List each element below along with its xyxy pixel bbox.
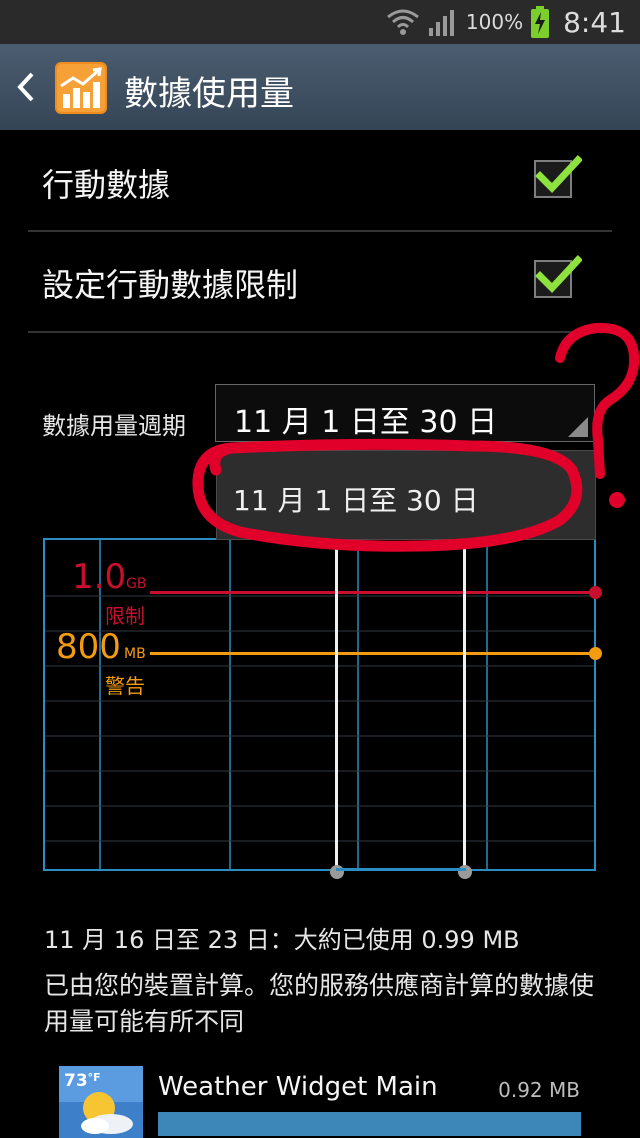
usage-cycle-dropdown: 11 月 1 日至 30 日 [216, 450, 596, 540]
warning-caption: 警告 [105, 674, 145, 698]
warning-value: 800 [56, 627, 121, 667]
action-bar: 數據使用量 [0, 44, 640, 130]
warning-line[interactable] [150, 652, 596, 655]
battery-percent: 100% [465, 10, 524, 34]
usage-disclaimer: 已由您的裝置計算。您的服務供應商計算的數據使用量可能有所不同 [44, 971, 595, 1036]
check-icon [535, 255, 582, 294]
status-bar: 100% 8:41 [0, 0, 640, 44]
range-baseline [336, 868, 466, 871]
app-usage-bar [158, 1112, 581, 1136]
battery-charging-icon [531, 6, 550, 38]
set-data-limit-row[interactable]: 設定行動數據限制 [28, 230, 612, 330]
wifi-icon [386, 9, 419, 35]
page-title: 數據使用量 [124, 74, 294, 114]
usage-cycle-label: 數據用量週期 [42, 412, 186, 440]
mobile-data-checkbox[interactable] [534, 155, 582, 198]
range-end-sweep[interactable] [463, 540, 466, 870]
dropdown-triangle-icon [568, 417, 588, 437]
usage-summary: 11 月 16 日至 23 日：大約已使用 0.99 MB [44, 926, 520, 954]
mobile-data-row[interactable]: 行動數據 [28, 130, 612, 230]
data-usage-app-icon [55, 62, 107, 114]
range-start-sweep[interactable] [335, 540, 338, 870]
usage-cycle-selected: 11 月 1 日至 30 日 [234, 405, 498, 440]
clock: 8:41 [563, 5, 626, 39]
check-icon [535, 155, 582, 194]
status-icons: 100% 8:41 [386, 0, 626, 44]
weather-temperature: 73°F [64, 1071, 101, 1091]
usage-cycle-spinner[interactable]: 11 月 1 日至 30 日 [215, 384, 595, 442]
limit-value: 1.0 [72, 557, 127, 597]
limit-line[interactable] [150, 591, 596, 594]
set-data-limit-checkbox[interactable] [534, 255, 582, 298]
limit-handle[interactable] [589, 586, 602, 599]
limit-unit: GB [126, 576, 147, 592]
limit-caption: 限制 [105, 604, 145, 628]
warning-unit: MB [124, 646, 146, 662]
app-name: Weather Widget Main [158, 1072, 438, 1102]
set-data-limit-label: 設定行動數據限制 [42, 266, 299, 304]
warning-handle[interactable] [589, 647, 602, 660]
divider [28, 331, 612, 333]
mobile-data-label: 行動數據 [42, 166, 171, 204]
signal-icon [428, 10, 454, 36]
app-data-size: 0.92 MB [498, 1078, 580, 1102]
back-arrow-icon[interactable] [12, 70, 40, 104]
usage-cycle-option[interactable]: 11 月 1 日至 30 日 [233, 479, 479, 519]
